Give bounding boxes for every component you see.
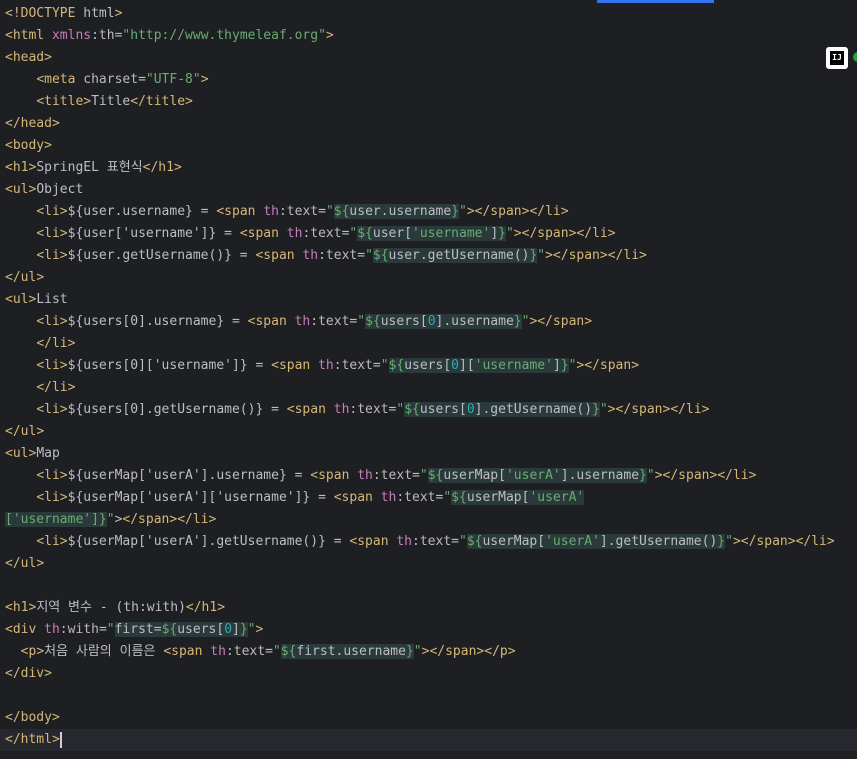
intellij-icon[interactable]: IJ [826,47,848,69]
code-line[interactable]: </li> [0,333,857,355]
code-line[interactable]: <li>${userMap['userA'].username} = <span… [0,465,857,487]
code-line[interactable]: <!DOCTYPE html> [0,3,857,25]
code-line[interactable]: </html> [0,729,857,751]
code-line[interactable]: <li>${users[0].username} = <span th:text… [0,311,857,333]
code-line[interactable]: </ul> [0,553,857,575]
code-line[interactable]: <body> [0,135,857,157]
code-line[interactable]: <ul>Object [0,179,857,201]
code-line[interactable]: <title>Title</title> [0,91,857,113]
code-line[interactable]: </ul> [0,267,857,289]
code-line[interactable]: <h1>지역 변수 - (th:with)</h1> [0,597,857,619]
chrome-icon[interactable] [853,52,857,62]
code-line[interactable]: <li>${user['username']} = <span th:text=… [0,223,857,245]
text-caret [59,731,62,748]
code-line[interactable]: </ul> [0,421,857,443]
code-line[interactable]: ['username']}"></span></li> [0,509,857,531]
code-editor[interactable]: <!DOCTYPE html> <html xmlns:th="http://ww… [0,0,857,759]
code-line[interactable]: <li>${userMap['userA'].getUsername()} = … [0,531,857,553]
code-line[interactable]: <p>처음 사람의 이름은 <span th:text="${first.use… [0,641,857,663]
code-line[interactable] [0,685,857,707]
code-line[interactable]: <li>${user.username} = <span th:text="${… [0,201,857,223]
code-line[interactable] [0,575,857,597]
code-line[interactable]: <h1>SpringEL 표현식</h1> [0,157,857,179]
code-line[interactable]: </body> [0,707,857,729]
code-line[interactable]: <ul>Map [0,443,857,465]
code-line[interactable]: </li> [0,377,857,399]
code-line[interactable]: <li>${users[0].getUsername()} = <span th… [0,399,857,421]
code-line[interactable]: <div th:with="first=${users[0]}"> [0,619,857,641]
code-line[interactable]: </head> [0,113,857,135]
code-line[interactable]: <meta charset="UTF-8"> [0,69,857,91]
code-area[interactable]: <!DOCTYPE html> <html xmlns:th="http://ww… [0,3,857,751]
code-line[interactable]: <li>${userMap['userA']['username']} = <s… [0,487,857,509]
code-line[interactable]: <html xmlns:th="http://www.thymeleaf.org… [0,25,857,47]
code-line[interactable]: <head> [0,47,857,69]
code-line[interactable]: <li>${user.getUsername()} = <span th:tex… [0,245,857,267]
code-line[interactable]: <ul>List [0,289,857,311]
code-line[interactable]: <li>${users[0]['username']} = <span th:t… [0,355,857,377]
code-line[interactable]: </div> [0,663,857,685]
